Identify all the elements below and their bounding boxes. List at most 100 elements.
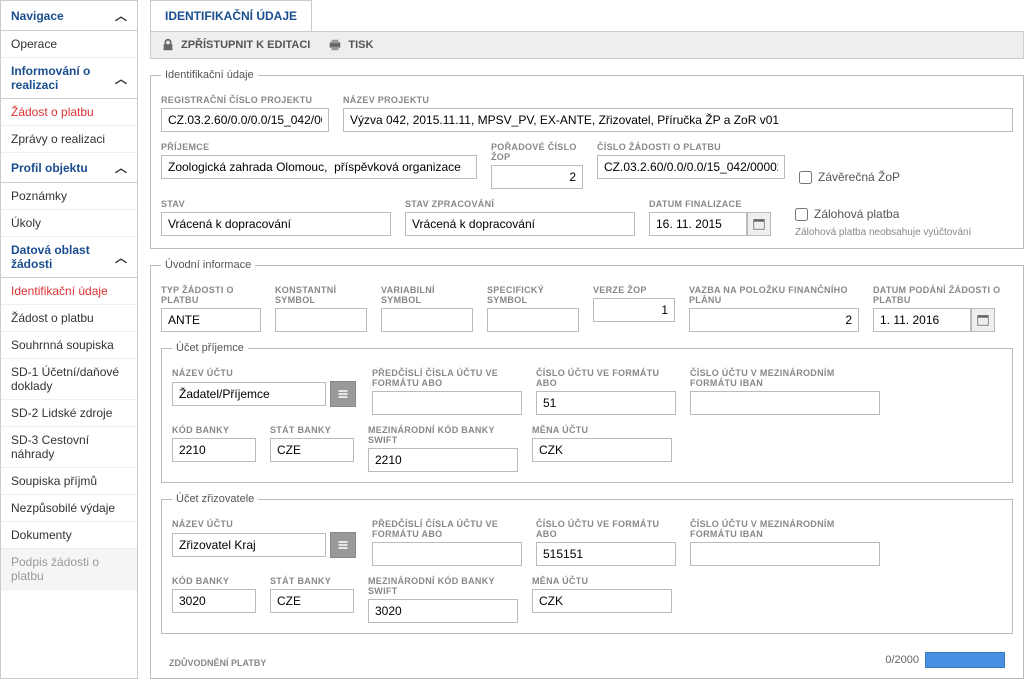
toolbar-edit[interactable]: ZPŘÍSTUPNIT K EDITACI xyxy=(161,38,310,52)
sidebar-item[interactable]: Soupiska příjmů xyxy=(1,468,137,495)
input-up-predcisli[interactable] xyxy=(372,391,522,415)
label-reg: REGISTRAČNÍ ČÍSLO PROJEKTU xyxy=(161,95,329,105)
sidebar-item: Podpis žádosti o platbu xyxy=(1,549,137,590)
label-up-predcisli: PŘEDČÍSLÍ ČÍSLA ÚČTU VE FORMÁTU ABO xyxy=(372,368,522,388)
sidebar-item[interactable]: Identifikační údaje xyxy=(1,278,137,305)
sidebar-item[interactable]: SD-2 Lidské zdroje xyxy=(1,400,137,427)
chevron-up-icon: ︿ xyxy=(115,159,127,176)
input-konst[interactable] xyxy=(275,308,367,332)
sidebar-item[interactable]: Dokumenty xyxy=(1,522,137,549)
label-uz-iban: ČÍSLO ÚČTU V MEZINÁRODNÍM FORMÁTU IBAN xyxy=(690,519,880,539)
input-cislo-zop[interactable] xyxy=(597,155,785,179)
sidebar-item[interactable]: Poznámky xyxy=(1,183,137,210)
nav-header[interactable]: Navigace︿ xyxy=(1,1,137,31)
legend-uvod: Úvodní informace xyxy=(161,259,255,271)
input-uz-nazev[interactable] xyxy=(172,533,326,557)
label-datum-pod: DATUM PODÁNÍ ŽÁDOSTI O PLATBU xyxy=(873,285,1013,305)
sidebar-item[interactable]: Žádost o platbu xyxy=(1,305,137,332)
nav-header[interactable]: Datová oblast žádosti︿ xyxy=(1,237,137,278)
sidebar-item[interactable]: Úkoly xyxy=(1,210,137,237)
input-up-nazev[interactable] xyxy=(172,382,326,406)
input-stav[interactable] xyxy=(161,212,391,236)
input-uz-swift[interactable] xyxy=(368,599,518,623)
input-prijemce[interactable] xyxy=(161,155,477,179)
input-datum-fin[interactable] xyxy=(649,212,747,236)
fieldset-ucet-prijemce: Účet příjemce NÁZEV ÚČTU PŘEDČÍSLÍ ČÍSLA… xyxy=(161,342,1013,483)
sidebar-item[interactable]: Souhrnná soupiska xyxy=(1,332,137,359)
label-up-stat-banky: STÁT BANKY xyxy=(270,425,354,435)
input-proj[interactable] xyxy=(343,108,1013,132)
label-zduvodneni: ZDŮVODNĚNÍ PLATBY xyxy=(169,658,266,668)
label-zaverecna: Závěrečná ŽoP xyxy=(818,170,900,184)
input-uz-predcisli[interactable] xyxy=(372,542,522,566)
input-up-stat-banky[interactable] xyxy=(270,438,354,462)
label-uz-swift: MEZINÁRODNÍ KÓD BANKY SWIFT xyxy=(368,576,518,596)
label-up-kod-banky: KÓD BANKY xyxy=(172,425,256,435)
legend-ucet-zrizovatele: Účet zřizovatele xyxy=(172,493,258,505)
nav-header-label: Navigace xyxy=(11,9,64,23)
label-datum-fin: DATUM FINALIZACE xyxy=(649,199,781,209)
sidebar-item[interactable]: Žádost o platbu xyxy=(1,99,137,126)
input-spec[interactable] xyxy=(487,308,579,332)
input-poradi[interactable] xyxy=(491,165,583,189)
list-icon[interactable] xyxy=(330,381,356,407)
label-uz-nazev: NÁZEV ÚČTU xyxy=(172,519,358,529)
calendar-icon[interactable] xyxy=(747,212,771,236)
toolbar-print[interactable]: TISK xyxy=(328,38,373,52)
input-uz-iban[interactable] xyxy=(690,542,880,566)
input-up-iban[interactable] xyxy=(690,391,880,415)
sidebar-item[interactable]: Zprávy o realizaci xyxy=(1,126,137,153)
input-uz-stat-banky[interactable] xyxy=(270,589,354,613)
nav-header[interactable]: Profil objektu︿ xyxy=(1,153,137,183)
label-poradi: POŘADOVÉ ČÍSLO ŽOP xyxy=(491,142,583,162)
input-vari[interactable] xyxy=(381,308,473,332)
label-up-nazev: NÁZEV ÚČTU xyxy=(172,368,358,378)
input-up-mena[interactable] xyxy=(532,438,672,462)
sidebar-item[interactable]: SD-3 Cestovní náhrady xyxy=(1,427,137,468)
input-datum-pod[interactable] xyxy=(873,308,971,332)
label-uz-cislo-abo: ČÍSLO ÚČTU VE FORMÁTU ABO xyxy=(536,519,676,539)
fieldset-ucet-zrizovatele: Účet zřizovatele NÁZEV ÚČTU PŘEDČÍSLÍ ČÍ… xyxy=(161,493,1013,634)
label-uz-kod-banky: KÓD BANKY xyxy=(172,576,256,586)
label-stav: STAV xyxy=(161,199,391,209)
label-cislo-zop: ČÍSLO ŽÁDOSTI O PLATBU xyxy=(597,142,785,152)
input-up-swift[interactable] xyxy=(368,448,518,472)
toolbar-print-label: TISK xyxy=(348,39,373,51)
input-uz-kod-banky[interactable] xyxy=(172,589,256,613)
label-uz-stat-banky: STÁT BANKY xyxy=(270,576,354,586)
list-icon[interactable] xyxy=(330,532,356,558)
chevron-up-icon: ︿ xyxy=(115,70,127,87)
label-proj: NÁZEV PROJEKTU xyxy=(343,95,1013,105)
checkbox-zaverecna[interactable] xyxy=(799,171,812,184)
open-text-button[interactable] xyxy=(925,652,1005,668)
input-reg[interactable] xyxy=(161,108,329,132)
input-up-kod-banky[interactable] xyxy=(172,438,256,462)
legend-ucet-prijemce: Účet příjemce xyxy=(172,342,248,354)
sidebar-item[interactable]: Nezpůsobilé výdaje xyxy=(1,495,137,522)
sidebar-item[interactable]: SD-1 Účetní/daňové doklady xyxy=(1,359,137,400)
calendar-icon[interactable] xyxy=(971,308,995,332)
input-stav-zprac[interactable] xyxy=(405,212,635,236)
input-up-cislo-abo[interactable] xyxy=(536,391,676,415)
label-vazba: VAZBA NA POLOŽKU FINANČNÍHO PLÁNU xyxy=(689,285,859,305)
sidebar: Navigace︿OperaceInformování o realizaci︿… xyxy=(0,0,138,679)
sidebar-item[interactable]: Operace xyxy=(1,31,137,58)
label-verze: VERZE ŽOP xyxy=(593,285,675,295)
toolbar-edit-label: ZPŘÍSTUPNIT K EDITACI xyxy=(181,39,310,51)
checkbox-zalohova[interactable] xyxy=(795,208,808,221)
label-zalohova: Zálohová platba xyxy=(814,207,899,221)
label-prijemce: PŘÍJEMCE xyxy=(161,142,477,152)
input-vazba[interactable] xyxy=(689,308,859,332)
input-verze[interactable] xyxy=(593,298,675,322)
label-uz-mena: MĚNA ÚČTU xyxy=(532,576,672,586)
input-uz-mena[interactable] xyxy=(532,589,672,613)
nav-header[interactable]: Informování o realizaci︿ xyxy=(1,58,137,99)
nav-header-label: Datová oblast žádosti xyxy=(11,243,115,271)
chevron-up-icon: ︿ xyxy=(115,249,127,266)
input-typ[interactable] xyxy=(161,308,261,332)
input-uz-cislo-abo[interactable] xyxy=(536,542,676,566)
label-up-swift: MEZINÁRODNÍ KÓD BANKY SWIFT xyxy=(368,425,518,445)
label-up-cislo-abo: ČÍSLO ÚČTU VE FORMÁTU ABO xyxy=(536,368,676,388)
label-vari: VARIABILNÍ SYMBOL xyxy=(381,285,473,305)
tab-identifikacni-udaje[interactable]: IDENTIFIKAČNÍ ÚDAJE xyxy=(150,0,312,31)
